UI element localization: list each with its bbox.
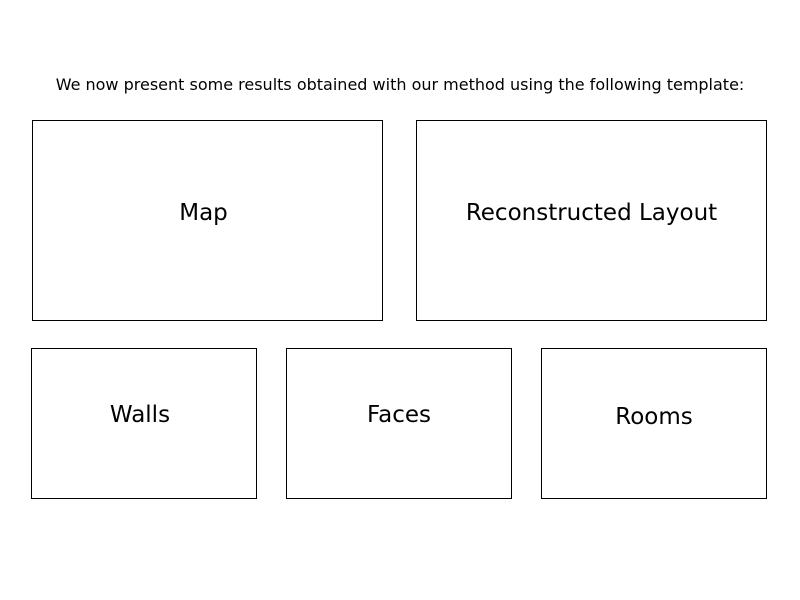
walls-panel-label: Walls (109, 402, 171, 428)
template-caption: We now present some results obtained wit… (55, 75, 745, 94)
map-panel: Map (32, 120, 383, 321)
reconstructed-layout-panel-label: Reconstructed Layout (465, 200, 718, 226)
faces-panel: Faces (286, 348, 512, 499)
rooms-panel-label: Rooms (615, 404, 693, 430)
walls-panel: Walls (31, 348, 257, 499)
map-panel-label: Map (179, 200, 228, 226)
rooms-panel: Rooms (541, 348, 767, 499)
reconstructed-layout-panel: Reconstructed Layout (416, 120, 767, 321)
faces-panel-label: Faces (367, 402, 431, 428)
